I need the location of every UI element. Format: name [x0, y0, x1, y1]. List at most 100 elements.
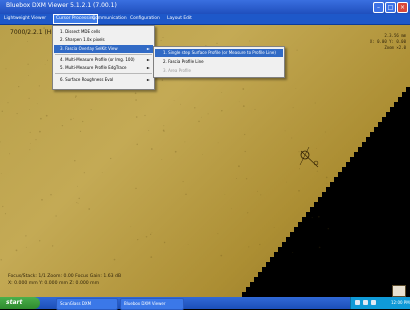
texture-speck: [51, 245, 54, 247]
texture-speck: [326, 182, 328, 184]
texture-speck: [25, 235, 27, 237]
menu-option-6-label: 6. Surface Roughness Eval: [60, 77, 114, 82]
texture-speck: [148, 129, 150, 131]
navigator-thumbnail[interactable]: [392, 285, 406, 297]
texture-speck: [55, 215, 57, 217]
menu-option-1-label: 1. Dissect MDE cells: [60, 29, 101, 34]
texture-speck: [35, 139, 37, 141]
texture-speck: [70, 118, 72, 121]
info-line-1: Focus/Stack: 1/1 Zoom: 0.00 Focus Gain: …: [8, 274, 122, 279]
texture-speck: [259, 243, 261, 246]
texture-speck: [184, 141, 186, 143]
profile-submenu: 1. Single step Surface Profile (or Measu…: [153, 46, 285, 78]
texture-speck: [194, 107, 196, 109]
image-info-bottom-left: Focus/Stack: 1/1 Zoom: 0.00 Focus Gain: …: [8, 273, 121, 287]
texture-speck: [316, 148, 317, 149]
texture-speck: [198, 120, 200, 123]
texture-speck: [61, 124, 64, 127]
texture-speck: [238, 101, 240, 103]
texture-speck: [187, 243, 189, 245]
texture-speck: [317, 215, 320, 218]
texture-speck: [101, 172, 103, 174]
texture-speck: [161, 159, 163, 160]
texture-speck: [163, 241, 166, 244]
title-bar[interactable]: Bluebox DXM Viewer 5.1.2.1 (7.00.1) – □ …: [0, 0, 410, 14]
security-icon[interactable]: [371, 300, 376, 305]
window-title: Bluebox DXM Viewer 5.1.2.1 (7.00.1): [6, 2, 117, 9]
texture-speck: [224, 194, 226, 196]
submenu-arrow-icon: ►: [146, 46, 150, 51]
texture-speck: [318, 246, 321, 249]
taskbar-item-1[interactable]: ScanGlass DXM: [56, 298, 118, 310]
texture-speck: [74, 96, 77, 98]
texture-speck: [25, 246, 27, 248]
menu-option-6[interactable]: 6. Surface Roughness Eval ►: [54, 76, 153, 84]
submenu-option-3: 3. Area Profile: [155, 67, 283, 75]
texture-speck: [242, 88, 245, 90]
texture-speck: [130, 226, 132, 228]
texture-speck: [15, 249, 18, 252]
texture-speck: [83, 172, 85, 174]
texture-speck: [254, 108, 256, 110]
texture-speck: [327, 227, 330, 230]
menu-bar: Lightweight Viewer Cursor Processing Com…: [0, 14, 410, 25]
texture-speck: [314, 102, 316, 104]
submenu-option-1[interactable]: 1. Single step Surface Profile (or Measu…: [155, 49, 283, 57]
maximize-button[interactable]: □: [385, 2, 396, 13]
image-info-top-right: 2.3.56 mm X: 0.00 Y: 0.00 Zoom ×2.0: [369, 33, 406, 50]
texture-speck: [260, 194, 262, 196]
texture-speck: [273, 227, 275, 228]
taskbar: start ScanGlass DXM Bluebox DXM Viewer 1…: [0, 297, 410, 310]
menu-option-3[interactable]: 3. Fascia Overlay SelKit View ►: [54, 45, 153, 53]
texture-speck: [40, 117, 42, 120]
menu-option-1[interactable]: 1. Dissect MDE cells: [54, 28, 153, 36]
texture-speck: [73, 118, 75, 119]
texture-speck: [29, 131, 31, 133]
volume-icon[interactable]: [363, 300, 368, 305]
texture-speck: [286, 181, 288, 183]
close-button[interactable]: ×: [397, 2, 408, 13]
menu-option-4-label: 4. Multi-Measure Profile (or Img. 100): [60, 57, 135, 62]
texture-speck: [88, 208, 91, 210]
texture-speck: [77, 185, 78, 187]
info-line-2: X: 0.000 mm Y: 0.000 mm Z: 0.000 mm: [8, 281, 100, 286]
menu-communication[interactable]: Communication: [90, 15, 129, 23]
texture-speck: [36, 103, 38, 105]
texture-speck: [312, 167, 314, 169]
texture-speck: [41, 198, 43, 201]
minimize-button[interactable]: –: [373, 2, 384, 13]
texture-speck: [90, 109, 92, 111]
texture-speck: [113, 258, 116, 261]
menu-lightweight-viewer[interactable]: Lightweight Viewer: [2, 15, 48, 23]
texture-speck: [174, 150, 177, 153]
texture-speck: [82, 120, 84, 123]
texture-speck: [44, 64, 46, 65]
texture-speck: [247, 212, 249, 214]
texture-speck: [26, 40, 28, 42]
texture-speck: [74, 160, 76, 162]
menu-layout-edit[interactable]: Layout Edit: [165, 15, 194, 23]
menu-option-4[interactable]: 4. Multi-Measure Profile (or Img. 100) ►: [54, 56, 153, 64]
submenu-option-2[interactable]: 2. Fascia Profile Line: [155, 58, 283, 66]
texture-speck: [150, 148, 153, 150]
menu-separator: [55, 54, 152, 55]
start-button[interactable]: start: [0, 297, 40, 309]
texture-speck: [78, 197, 80, 200]
taskbar-item-2[interactable]: Bluebox DXM Viewer: [120, 298, 184, 310]
texture-speck: [75, 95, 77, 97]
texture-speck: [134, 92, 137, 95]
menu-option-5-label: 5. Multi-Measure Profile EdgTrace: [60, 65, 127, 70]
texture-speck: [284, 130, 286, 132]
menu-configuration[interactable]: Configuration: [128, 15, 162, 23]
texture-speck: [4, 213, 7, 215]
network-icon[interactable]: [355, 300, 360, 305]
menu-option-5[interactable]: 5. Multi-Measure Profile EdgTrace ►: [54, 64, 153, 72]
menu-option-2[interactable]: 2. Sharpen 1.0x pixels: [54, 36, 153, 44]
texture-speck: [5, 68, 7, 70]
texture-speck: [295, 88, 297, 89]
texture-speck: [298, 189, 300, 192]
texture-speck: [244, 150, 246, 153]
texture-speck: [217, 142, 219, 144]
texture-speck: [135, 187, 137, 190]
texture-speck: [150, 256, 153, 258]
